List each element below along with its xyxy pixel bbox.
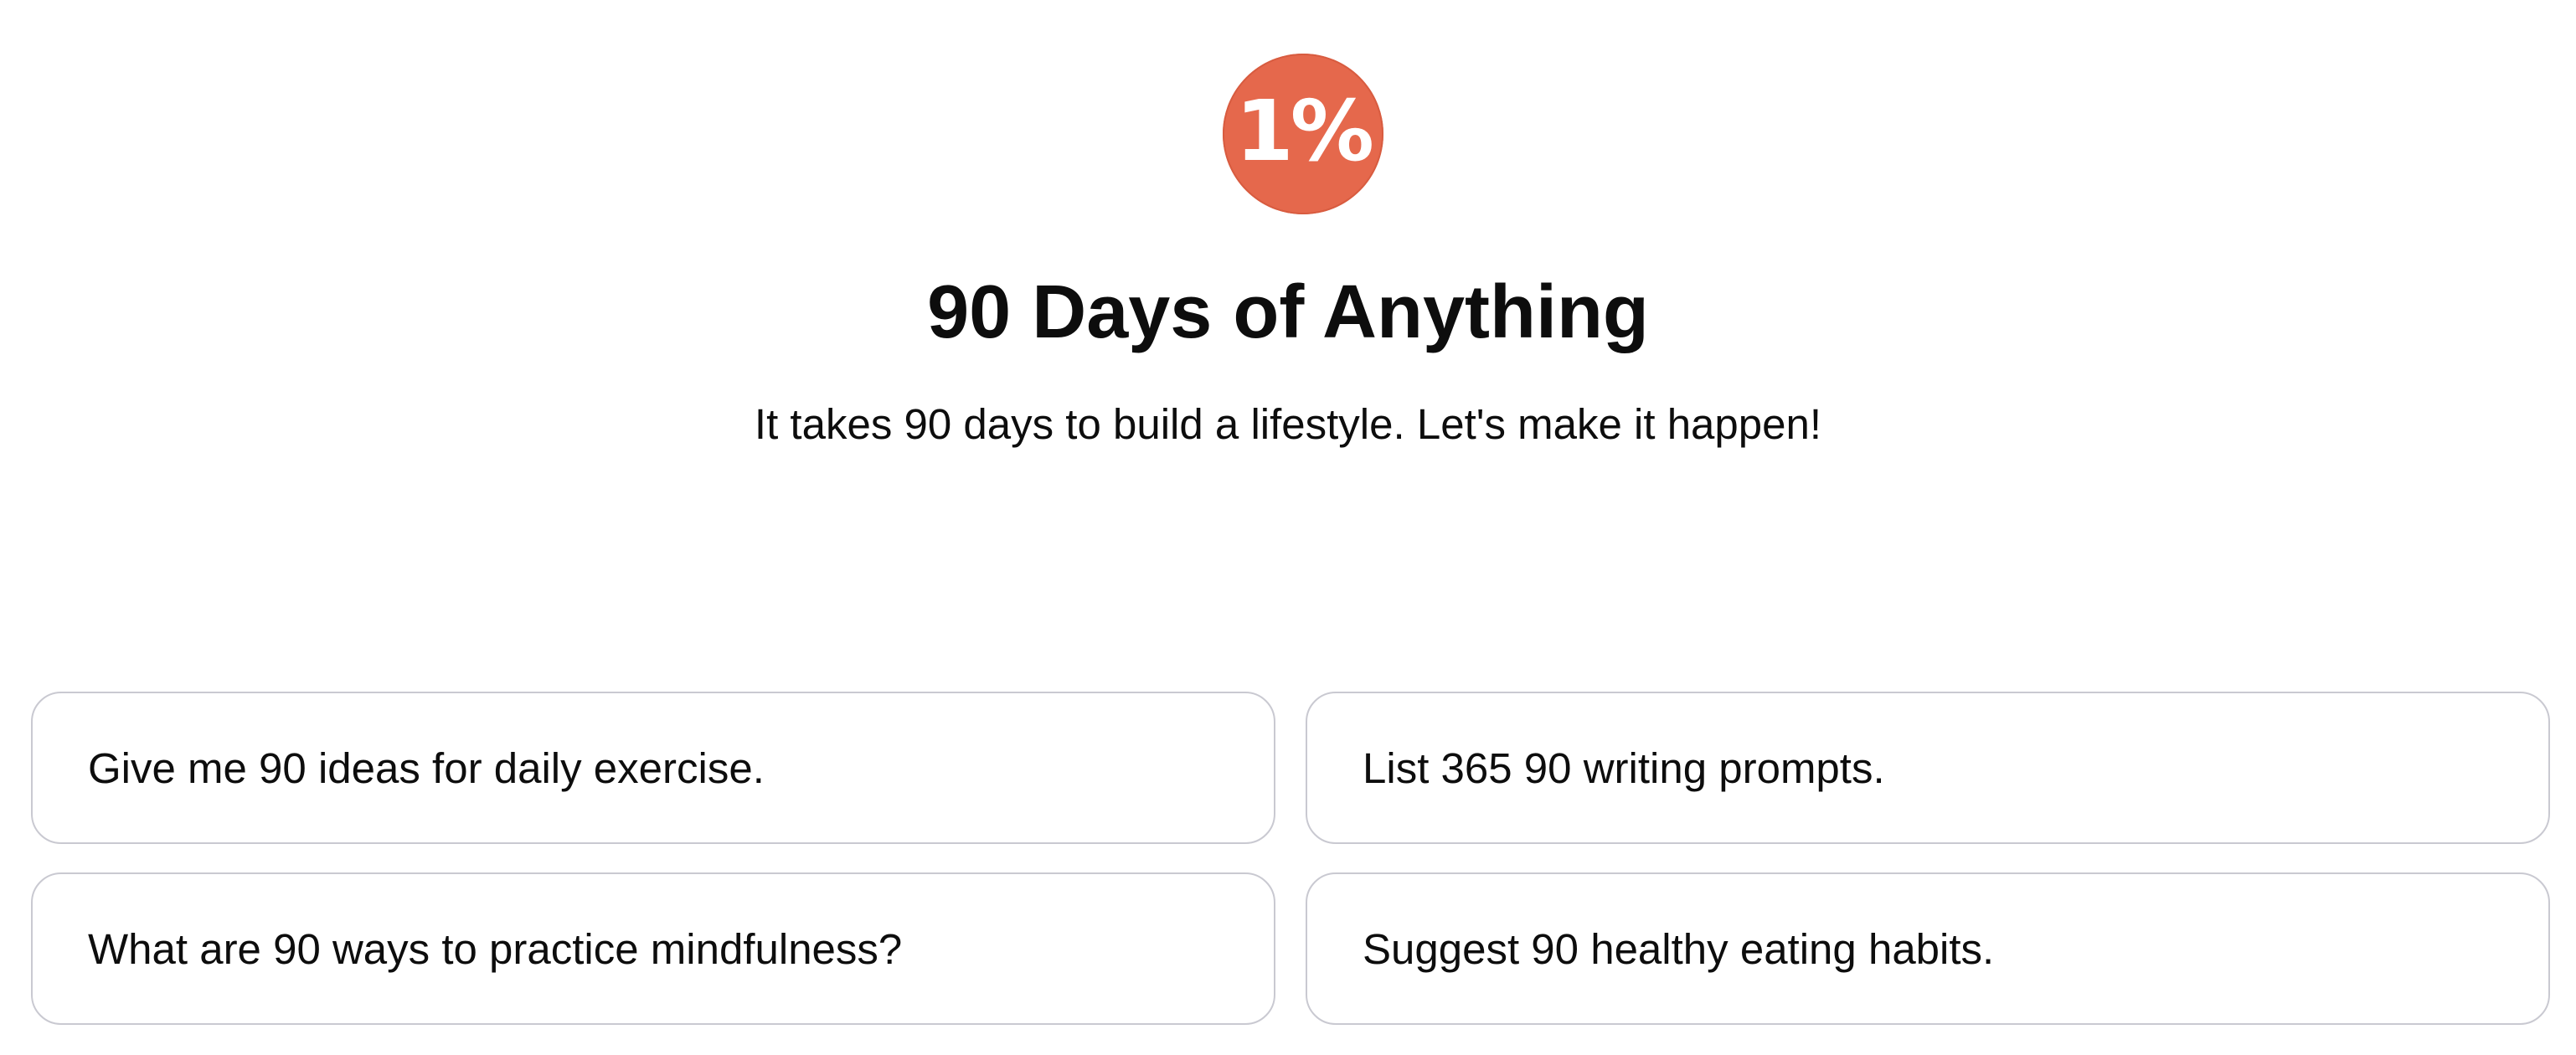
starter-prompt-button[interactable]: Suggest 90 healthy eating habits. xyxy=(1306,872,2550,1025)
starter-prompt-button[interactable]: Give me 90 ideas for daily exercise. xyxy=(31,692,1275,844)
starter-prompt-button[interactable]: List 365 90 writing prompts. xyxy=(1306,692,2550,844)
starter-prompt-label: Suggest 90 healthy eating habits. xyxy=(1363,924,1995,973)
starter-prompt-label: Give me 90 ideas for daily exercise. xyxy=(88,744,765,792)
page-title: 90 Days of Anything xyxy=(927,270,1649,354)
starter-prompt-label: List 365 90 writing prompts. xyxy=(1363,744,1885,792)
gpt-logo-avatar: 1% xyxy=(1223,54,1383,214)
page-subtitle: It takes 90 days to build a lifestyle. L… xyxy=(754,400,1822,448)
starter-prompt-label: What are 90 ways to practice mindfulness… xyxy=(88,924,903,973)
logo-text: 1% xyxy=(1235,82,1374,180)
conversation-starters: Give me 90 ideas for daily exercise. Lis… xyxy=(31,692,2550,1025)
starter-prompt-button[interactable]: What are 90 ways to practice mindfulness… xyxy=(31,872,1275,1025)
